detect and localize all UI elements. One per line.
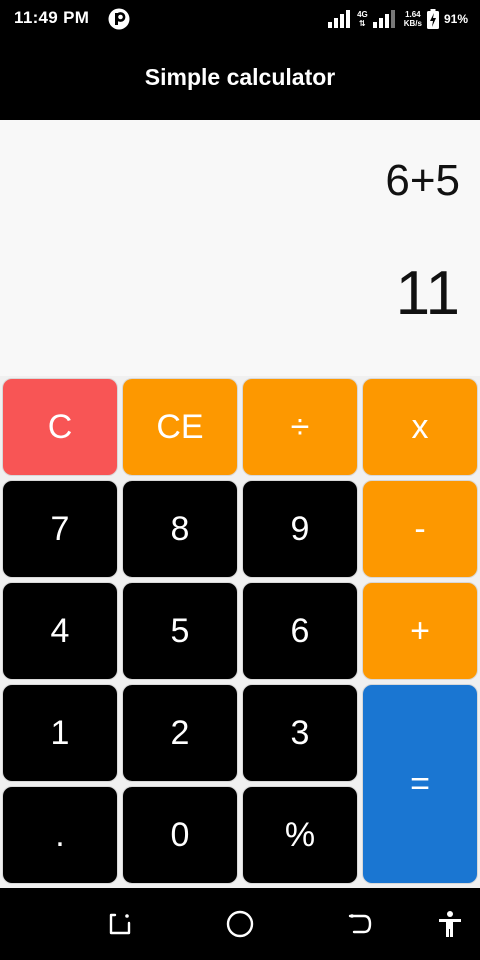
digit-2-button[interactable]: 2 [122, 684, 238, 782]
battery-charging-icon [426, 9, 439, 29]
multiply-button[interactable]: x [362, 378, 478, 476]
app-notification-icon [108, 8, 130, 30]
signal-strength-icon-2 [372, 10, 395, 28]
digit-3-button[interactable]: 3 [242, 684, 358, 782]
digit-4-button[interactable]: 4 [2, 582, 118, 680]
add-button[interactable]: + [362, 582, 478, 680]
accessibility-button[interactable] [432, 906, 468, 942]
app-bar: Simple calculator [0, 38, 480, 120]
digit-8-button[interactable]: 8 [122, 480, 238, 578]
speed-value: 1.64 [405, 10, 421, 19]
home-icon [226, 910, 254, 938]
accessibility-icon [439, 911, 461, 937]
clear-button[interactable]: C [2, 378, 118, 476]
percent-button[interactable]: % [242, 786, 358, 884]
navigation-bar [0, 888, 480, 960]
data-arrows-icon: ⇅ [359, 19, 366, 28]
back-button[interactable] [342, 906, 378, 942]
equals-button[interactable]: = [362, 684, 478, 884]
divide-button[interactable]: ÷ [242, 378, 358, 476]
signal-strength-icon [328, 10, 351, 28]
expression-text: 6+5 [385, 156, 460, 205]
keypad: C CE ÷ x 7 8 9 - 4 5 6 + 1 2 3 = . 0 % [0, 376, 480, 888]
subtract-button[interactable]: - [362, 480, 478, 578]
network-type-label: 4G [357, 10, 368, 19]
digit-1-button[interactable]: 1 [2, 684, 118, 782]
calculator-display: 6+5 11 [0, 120, 480, 376]
digit-6-button[interactable]: 6 [242, 582, 358, 680]
digit-0-button[interactable]: 0 [122, 786, 238, 884]
result-text: 11 [395, 259, 460, 328]
battery-level: 91% [443, 12, 468, 26]
back-icon [348, 914, 372, 934]
decimal-button[interactable]: . [2, 786, 118, 884]
home-button[interactable] [222, 906, 258, 942]
calculator-screen: 11:49 PM 4G ⇅ 1.64 KB/s 91% Simple calcu… [0, 0, 480, 960]
digit-5-button[interactable]: 5 [122, 582, 238, 680]
app-title: Simple calculator [144, 64, 336, 90]
network-speed: 1.64 KB/s [404, 10, 422, 28]
recent-apps-button[interactable] [102, 906, 138, 942]
speed-unit: KB/s [403, 19, 422, 28]
status-time: 11:49 PM [14, 8, 90, 27]
recent-apps-icon [109, 913, 131, 935]
digit-7-button[interactable]: 7 [2, 480, 118, 578]
network-type: 4G ⇅ [357, 10, 368, 28]
status-bar: 11:49 PM 4G ⇅ 1.64 KB/s 91% [0, 0, 480, 38]
status-icons: 4G ⇅ 1.64 KB/s 91% [328, 7, 468, 31]
digit-9-button[interactable]: 9 [242, 480, 358, 578]
clear-entry-button[interactable]: CE [122, 378, 238, 476]
